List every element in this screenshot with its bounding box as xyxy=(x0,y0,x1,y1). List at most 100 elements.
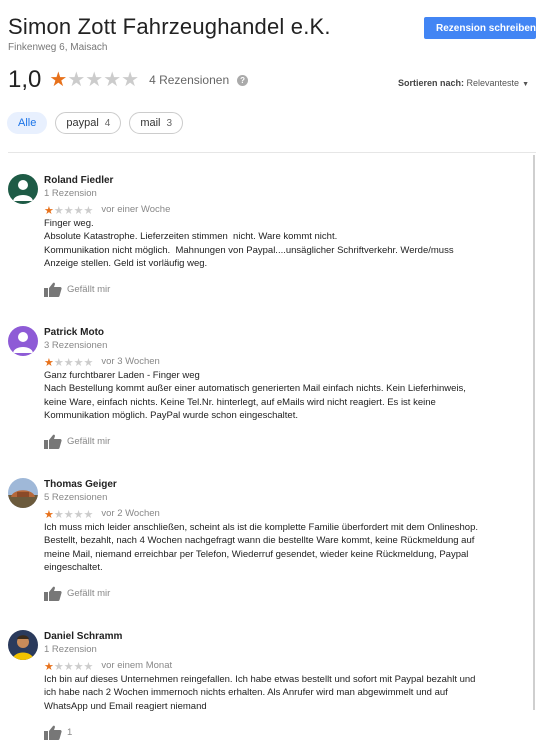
star-icon: ★ xyxy=(67,69,86,91)
thumbs-up-icon xyxy=(44,586,62,602)
star-icon: ★ xyxy=(63,508,74,521)
review-text: Ich bin auf dieses Unternehmen reingefal… xyxy=(44,673,524,713)
business-address: Finkenweg 6, Maisach xyxy=(8,42,108,53)
filter-chip-paypal[interactable]: paypal 4 xyxy=(55,112,122,134)
review-stars: ★★★★★ xyxy=(44,657,93,675)
user-avatar-icon xyxy=(8,174,38,204)
star-icon: ★ xyxy=(53,204,64,217)
avatar[interactable] xyxy=(8,630,38,660)
like-button[interactable]: 1 xyxy=(44,725,524,740)
summary-stars: ★ ★ ★ ★ ★ xyxy=(49,70,139,90)
review-text-line: Nach Bestellung kommt außer einer automa… xyxy=(44,383,466,395)
review-text: Finger weg. Absolute Katastrophe. Liefer… xyxy=(44,217,524,270)
star-icon: ★ xyxy=(85,69,104,91)
rating-summary: 1,0 ★ ★ ★ ★ ★ 4 Rezensionen ? xyxy=(8,66,249,94)
like-label: Gefällt mir xyxy=(67,588,111,600)
star-icon: ★ xyxy=(53,660,64,673)
review-text-line: Bestellt, bezahlt, nach 4 Wochen nachgef… xyxy=(44,535,475,547)
star-icon: ★ xyxy=(73,660,84,673)
reviewer-name[interactable]: Daniel Schramm xyxy=(44,630,524,643)
avatar[interactable] xyxy=(8,174,38,204)
reviewer-review-count: 5 Rezensionen xyxy=(44,492,108,503)
thumbs-up-icon xyxy=(44,282,62,298)
caret-down-icon: ▼ xyxy=(522,81,530,88)
divider xyxy=(8,152,536,153)
review-time: vor 3 Wochen xyxy=(101,356,160,367)
write-review-label: Rezension schreiben xyxy=(436,22,536,34)
review-text: Ganz furchtbarer Laden - Finger weg Nach… xyxy=(44,369,524,422)
filter-chips: Alle paypal 4 mail 3 xyxy=(7,112,184,134)
photo-avatar-icon xyxy=(8,478,38,508)
star-icon: ★ xyxy=(44,356,54,369)
review-text-line: Ich muss mich leider anschließen, schein… xyxy=(44,522,479,533)
review-time: vor einer Woche xyxy=(101,204,171,215)
review-body: Thomas Geiger 5 Rezensionen ★★★★★ vor 2 … xyxy=(44,478,524,602)
star-icon: ★ xyxy=(73,508,84,521)
filter-chip-mail[interactable]: mail 3 xyxy=(129,112,184,134)
review-text-line: Anzeige stellen. Geld ist vorläufig weg. xyxy=(44,257,208,269)
review-body: Roland Fiedler 1 Rezension ★★★★★ vor ein… xyxy=(44,174,524,298)
reviewer-name[interactable]: Patrick Moto xyxy=(44,326,524,339)
reviewer-review-count: 3 Rezensionen xyxy=(44,340,108,351)
star-icon: ★ xyxy=(121,69,140,91)
review-text-line: ich habe nach 2 Wochen immernoch nichts … xyxy=(44,687,448,699)
review-text-line: Ich bin auf dieses Unternehmen reingefal… xyxy=(44,674,476,685)
review-text-line: Kommunikation nicht möglich. Mahnungen v… xyxy=(44,244,454,256)
star-icon: ★ xyxy=(103,69,122,91)
review-text-line: WhatsApp und Email reagiert niemand xyxy=(44,700,207,712)
star-icon: ★ xyxy=(44,660,54,673)
review-stars: ★★★★★ xyxy=(44,201,93,219)
scrollbar[interactable] xyxy=(533,155,535,710)
avatar[interactable] xyxy=(8,478,38,508)
like-label: Gefällt mir xyxy=(67,284,111,296)
star-icon: ★ xyxy=(44,204,54,217)
review-time: vor 2 Wochen xyxy=(101,508,160,519)
review-text-line: eingeschaltet. xyxy=(44,561,103,573)
star-icon: ★ xyxy=(44,508,54,521)
filter-chip-all[interactable]: Alle xyxy=(7,112,48,134)
filter-chip-label: Alle xyxy=(18,117,37,129)
user-avatar-icon xyxy=(8,326,38,356)
filter-chip-count: 3 xyxy=(166,117,173,129)
filter-chip-label: mail xyxy=(140,117,161,129)
reviewer-review-count: 1 Rezension xyxy=(44,188,97,199)
thumbs-up-icon xyxy=(44,725,62,740)
like-label: Gefällt mir xyxy=(67,436,111,448)
like-button[interactable]: Gefällt mir xyxy=(44,434,524,450)
star-icon: ★ xyxy=(83,356,94,369)
review-text-line: Absolute Katastrophe. Lieferzeiten stimm… xyxy=(44,231,338,243)
sort-value: Relevanteste xyxy=(466,78,520,88)
thumbs-up-icon xyxy=(44,434,62,450)
reviewer-review-count: 1 Rezension xyxy=(44,644,97,655)
review-body: Patrick Moto 3 Rezensionen ★★★★★ vor 3 W… xyxy=(44,326,524,450)
star-icon: ★ xyxy=(73,356,84,369)
write-review-button[interactable]: Rezension schreiben xyxy=(424,17,536,39)
star-icon: ★ xyxy=(63,204,74,217)
sort-dropdown[interactable]: Sortieren nach: Relevanteste ▼ xyxy=(398,78,529,88)
review-text-line: Ganz furchtbarer Laden - Finger weg xyxy=(44,370,200,381)
help-icon[interactable]: ? xyxy=(237,74,249,86)
reviewer-name[interactable]: Roland Fiedler xyxy=(44,174,524,187)
review-text-line: Finger weg. xyxy=(44,218,94,229)
like-button[interactable]: Gefällt mir xyxy=(44,282,524,298)
avatar[interactable] xyxy=(8,326,38,356)
reviewer-name[interactable]: Thomas Geiger xyxy=(44,478,524,491)
photo-avatar-icon xyxy=(8,630,38,660)
filter-chip-count: 4 xyxy=(104,117,111,129)
review-text: Ich muss mich leider anschließen, schein… xyxy=(44,521,524,574)
star-icon: ★ xyxy=(83,508,94,521)
star-icon: ★ xyxy=(49,69,68,91)
star-icon: ★ xyxy=(63,356,74,369)
star-icon: ★ xyxy=(53,356,64,369)
star-icon: ★ xyxy=(53,508,64,521)
filter-chip-label: paypal xyxy=(66,117,99,129)
star-icon: ★ xyxy=(83,204,94,217)
review-body: Daniel Schramm 1 Rezension ★★★★★ vor ein… xyxy=(44,630,524,740)
review-text-line: Kommunikation möglich. PayPal wurde scho… xyxy=(44,409,298,421)
sort-label: Sortieren nach: xyxy=(398,78,465,88)
like-button[interactable]: Gefällt mir xyxy=(44,586,524,602)
review-count: 4 Rezensionen xyxy=(149,73,230,87)
review-stars: ★★★★★ xyxy=(44,353,93,371)
review-text-line: keine Ware, einfach nichts. Keine Tel.Nr… xyxy=(44,396,436,408)
review-stars: ★★★★★ xyxy=(44,505,93,523)
